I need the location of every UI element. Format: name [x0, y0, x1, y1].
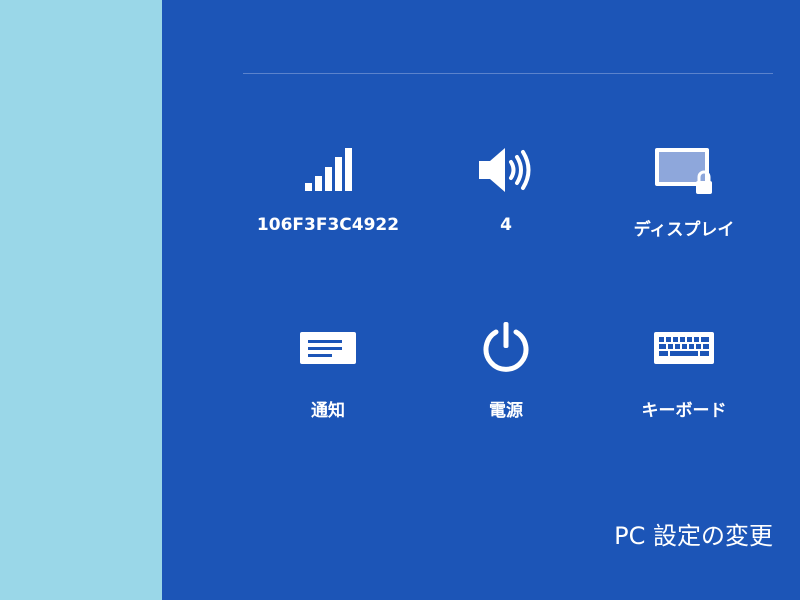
display-label: ディスプレイ	[633, 220, 735, 240]
notification-icon	[248, 318, 408, 378]
settings-charm-pane: 106F3F3C4922 4 ディスプレイ 通知 電源 キーボード PC 設定の…	[162, 0, 800, 600]
desktop-background[interactable]	[0, 0, 162, 600]
change-pc-settings-link[interactable]: PC 設定の変更	[614, 516, 773, 551]
keyboard-tile[interactable]: キーボード	[604, 318, 764, 428]
screen: 106F3F3C4922 4 ディスプレイ 通知 電源 キーボード PC 設定の…	[0, 0, 800, 600]
notifications-label: 通知	[311, 401, 345, 421]
keyboard-icon	[604, 318, 764, 378]
network-name-label: 106F3F3C4922	[256, 215, 400, 235]
power-tile[interactable]: 電源	[426, 318, 586, 428]
wifi-signal-icon	[248, 140, 408, 200]
display-lock-icon	[604, 140, 764, 200]
network-tile[interactable]: 106F3F3C4922	[248, 140, 408, 250]
volume-level-label: 4	[500, 215, 512, 235]
section-divider	[243, 73, 773, 74]
volume-tile[interactable]: 4	[426, 140, 586, 250]
power-label: 電源	[489, 401, 523, 421]
keyboard-label: キーボード	[641, 401, 727, 421]
power-icon	[426, 318, 586, 378]
display-tile[interactable]: ディスプレイ	[604, 140, 764, 250]
notifications-tile[interactable]: 通知	[248, 318, 408, 428]
speaker-icon	[426, 140, 586, 200]
